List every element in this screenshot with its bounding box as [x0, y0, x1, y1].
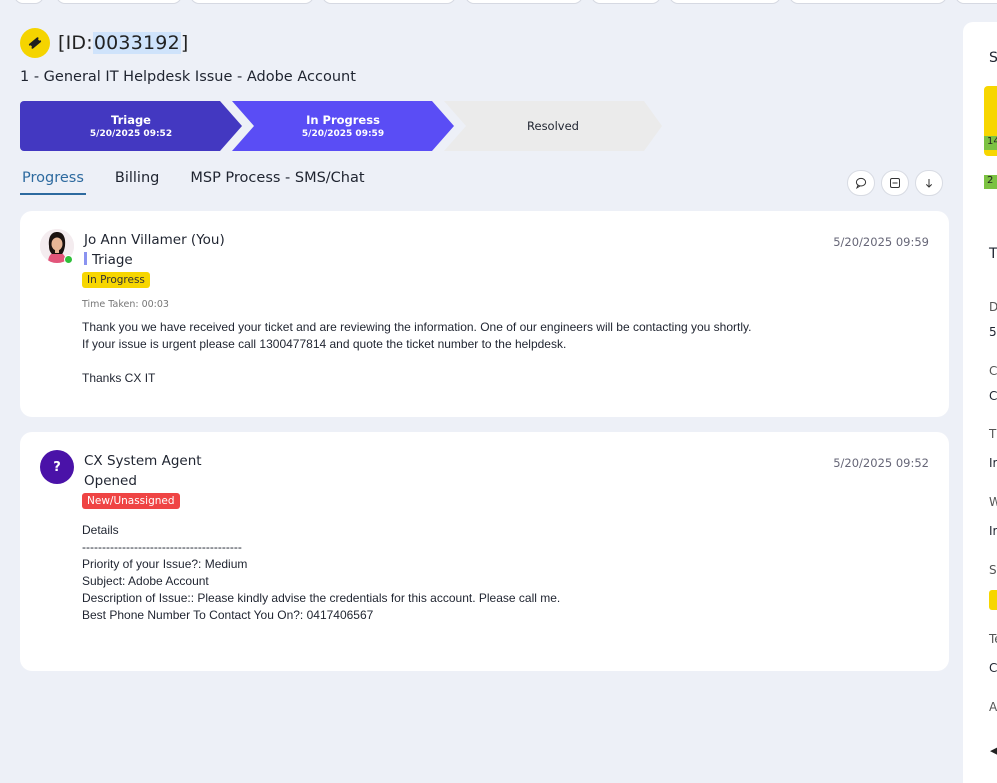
message-line: Priority of your Issue?: Medium	[82, 557, 248, 571]
stage-name: Resolved	[527, 119, 579, 133]
entry-message: Details --------------------------------…	[82, 522, 560, 624]
toolbar-button[interactable]	[789, 0, 947, 4]
stage-indicator-bar	[84, 252, 87, 265]
panel-field-value: Ir	[989, 456, 997, 470]
panel-status-chip[interactable]	[989, 590, 997, 610]
stage-date: 5/20/2025 09:52	[89, 129, 173, 139]
system-agent-avatar: ?	[40, 450, 74, 484]
message-line: ----------------------------------------	[82, 540, 242, 554]
entry-author: Jo Ann Villamer (You)	[84, 232, 225, 248]
message-line: Thanks CX IT	[82, 371, 156, 385]
status-badge: New/Unassigned	[82, 493, 180, 509]
entry-author: CX System Agent	[84, 453, 202, 469]
message-line: Best Phone Number To Contact You On?: 04…	[82, 608, 374, 622]
panel-field-label: C	[989, 364, 997, 378]
toolbar-button[interactable]	[190, 0, 314, 4]
toolbar-button[interactable]	[322, 0, 456, 4]
time-taken: Time Taken: 00:03	[82, 299, 169, 310]
tab-msp-process[interactable]: MSP Process - SMS/Chat	[188, 168, 366, 195]
comment-button[interactable]	[847, 170, 875, 196]
message-line: If your issue is urgent please call 1300…	[82, 337, 567, 351]
panel-section-heading: T	[989, 246, 997, 262]
entry-stage: Opened	[84, 473, 137, 489]
panel-field-value: C	[989, 661, 997, 675]
download-button[interactable]	[915, 170, 943, 196]
toolbar-button[interactable]	[56, 0, 182, 4]
status-badge: In Progress	[82, 272, 150, 288]
ticket-id-prefix: [ID:	[58, 32, 93, 54]
tab-bar: Progress Billing MSP Process - SMS/Chat	[20, 168, 394, 195]
panel-field-label: Ti	[989, 427, 997, 441]
progress-entry-card: ? CX System Agent Opened New/Unassigned …	[20, 432, 949, 671]
tab-progress[interactable]: Progress	[20, 168, 86, 195]
collapse-icon	[890, 178, 900, 188]
panel-green-tag: 14	[984, 136, 997, 150]
toolbar-button[interactable]	[591, 0, 661, 4]
stage-resolved[interactable]: Resolved	[444, 101, 662, 151]
stage-name: In Progress	[306, 113, 380, 127]
stage-name: Triage	[111, 113, 151, 127]
arrow-left-icon[interactable]: ◀	[990, 744, 997, 757]
toolbar-button[interactable]	[669, 0, 781, 4]
stage-in-progress[interactable]: In Progress 5/20/2025 09:59	[232, 101, 454, 151]
panel-field-value: 5	[989, 325, 997, 339]
panel-field-value: C	[989, 389, 997, 403]
tab-actions	[847, 170, 949, 196]
message-line: Details	[82, 523, 119, 537]
message-line: Description of Issue:: Please kindly adv…	[82, 591, 561, 605]
entry-stage: Triage	[84, 252, 133, 268]
message-line: Thank you we have received your ticket a…	[82, 320, 752, 334]
ticket-id-suffix: ]	[180, 32, 189, 54]
online-status-dot	[64, 255, 73, 264]
panel-field-label: St	[989, 563, 997, 577]
panel-field-label: D	[989, 300, 997, 314]
tab-billing[interactable]: Billing	[113, 168, 161, 195]
comment-icon	[855, 177, 867, 189]
progress-entry-card: Jo Ann Villamer (You) Triage In Progress…	[20, 211, 949, 417]
top-toolbar	[0, 0, 997, 4]
toolbar-button[interactable]	[465, 0, 583, 4]
entry-timestamp: 5/20/2025 09:52	[833, 456, 929, 470]
entry-timestamp: 5/20/2025 09:59	[833, 235, 929, 249]
panel-green-tag: 2	[984, 175, 997, 189]
panel-field-label: Te	[989, 632, 997, 646]
entry-message: Thank you we have received your ticket a…	[82, 319, 751, 387]
panel-field-label: W	[989, 495, 997, 509]
panel-field-label: A	[989, 700, 997, 714]
collapse-button[interactable]	[881, 170, 909, 196]
toolbar-button[interactable]	[14, 0, 44, 4]
entry-stage-label: Triage	[92, 252, 133, 268]
stage-progress: Triage 5/20/2025 09:52 In Progress 5/20/…	[20, 101, 670, 151]
download-icon	[925, 179, 933, 188]
ticket-title: 1 - General IT Helpdesk Issue - Adobe Ac…	[20, 69, 356, 85]
ticket-header: [ID:0033192]	[20, 28, 189, 58]
toolbar-button[interactable]	[955, 0, 997, 4]
ticket-details-panel: S 14 2 T D 5 C C Ti Ir W Ir St Te C A ◀	[963, 22, 997, 783]
stage-triage[interactable]: Triage 5/20/2025 09:52	[20, 101, 242, 151]
message-line: Subject: Adobe Account	[82, 574, 209, 588]
ticket-icon	[20, 28, 50, 58]
panel-field-value: Ir	[989, 524, 997, 538]
ticket-id: [ID:0033192]	[58, 32, 189, 54]
stage-date: 5/20/2025 09:59	[301, 129, 385, 139]
panel-heading: S	[989, 50, 997, 66]
ticket-id-number: 0033192	[92, 32, 181, 54]
